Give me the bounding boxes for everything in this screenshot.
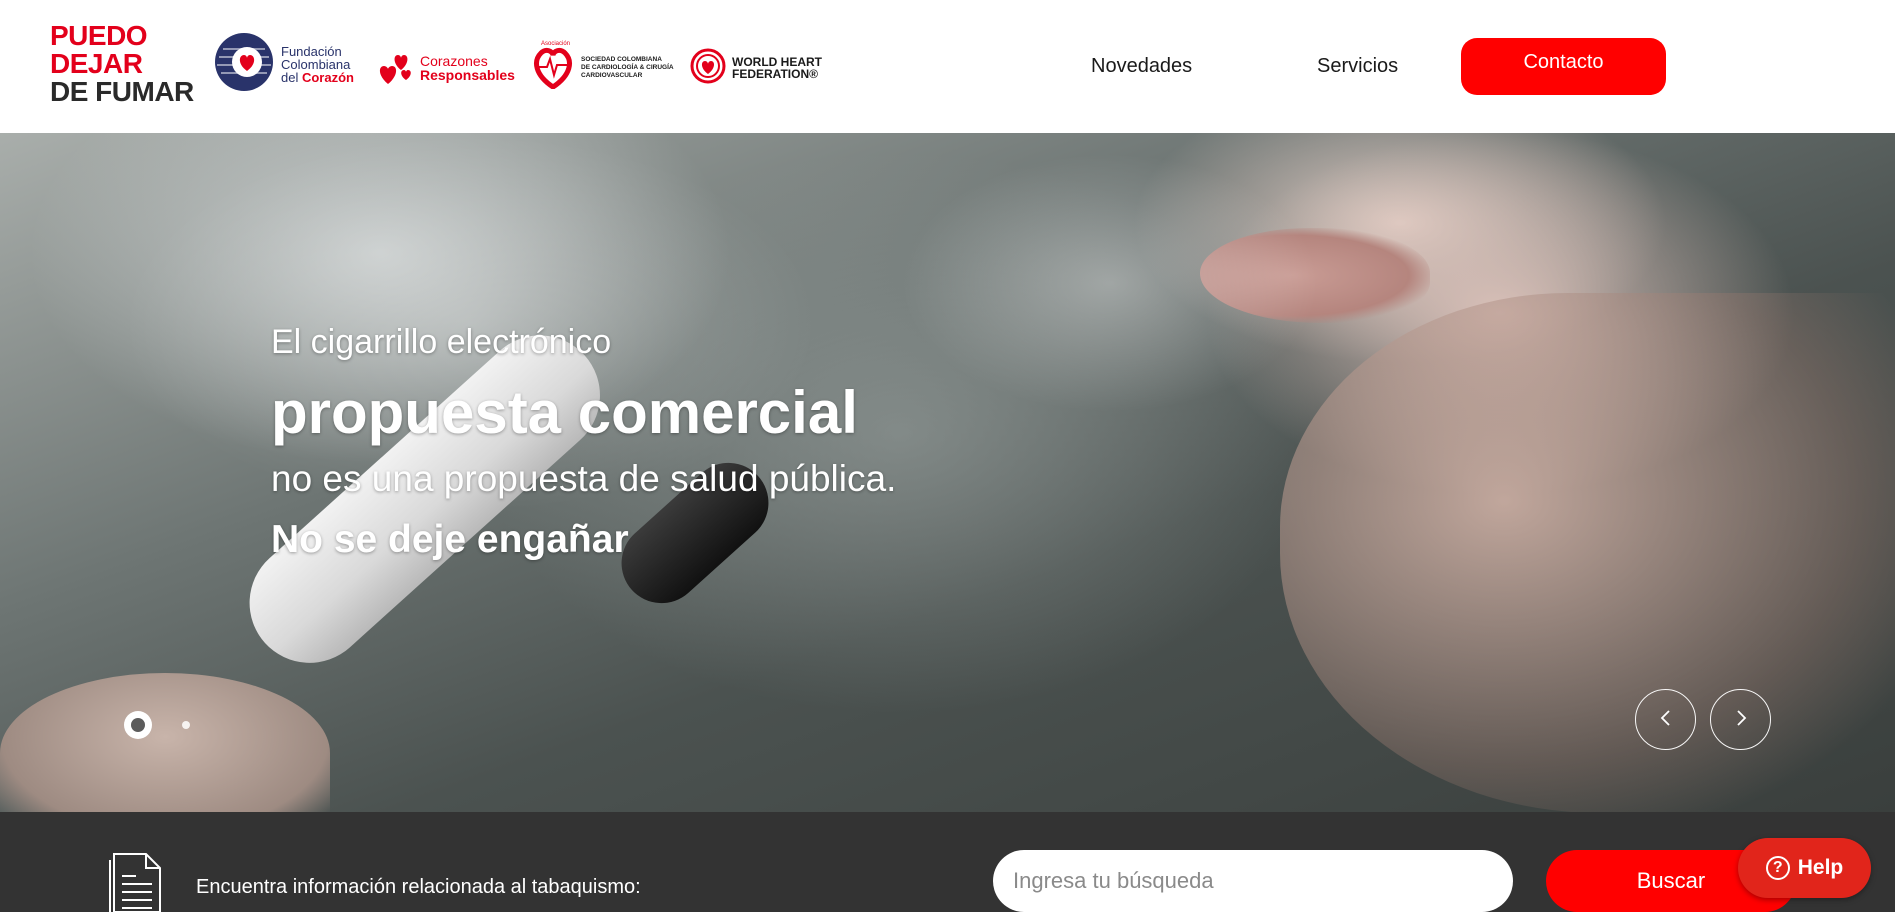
scc-name: SOCIEDAD COLOMBIANA DE CARDIOLOGÍA & CIR… bbox=[581, 56, 674, 80]
help-button[interactable]: ? Help bbox=[1738, 838, 1871, 898]
hero-carousel: El cigarrillo electrónico propuesta come… bbox=[0, 133, 1895, 812]
whf-line-2: FEDERATION® bbox=[732, 67, 818, 81]
scc-line-3: CARDIOVASCULAR bbox=[581, 72, 643, 79]
contacto-button[interactable]: Contacto bbox=[1461, 38, 1666, 95]
chevron-right-icon bbox=[1731, 708, 1751, 731]
search-label: Encuentra información relacionada al tab… bbox=[196, 876, 641, 898]
site-logo[interactable]: PUEDO DEJAR DE FUMAR bbox=[50, 22, 194, 106]
nav-novedades[interactable]: Novedades bbox=[1091, 55, 1192, 78]
hero-hand bbox=[0, 673, 330, 812]
chevron-left-icon bbox=[1656, 708, 1676, 731]
hearts-icon bbox=[376, 46, 416, 91]
partner-fundacion-colombiana-corazon: Fundación Colombiana del Corazón bbox=[213, 32, 354, 94]
cr-line-2: Responsables bbox=[420, 67, 515, 83]
search-input[interactable] bbox=[993, 850, 1513, 912]
logo-line-2: DEJAR bbox=[50, 48, 143, 79]
hero-headline: propuesta comercial bbox=[271, 379, 858, 446]
fcc-line-3a: del bbox=[281, 69, 302, 85]
fcc-name: Fundación Colombiana del Corazón bbox=[281, 45, 354, 84]
hero-face bbox=[1280, 293, 1895, 812]
whf-name: WORLD HEART FEDERATION® bbox=[732, 56, 822, 80]
logo-line-1: PUEDO bbox=[50, 20, 148, 51]
hero-line-3: no es una propuesta de salud pública. bbox=[271, 458, 897, 499]
scc-line-2: DE CARDIOLOGÍA & CIRUGÍA bbox=[581, 64, 674, 71]
heart-ecg-icon bbox=[531, 43, 575, 94]
document-icon bbox=[106, 852, 164, 912]
hero-line-1: El cigarrillo electrónico bbox=[271, 323, 612, 361]
hero-line-4: No se deje engañar bbox=[271, 518, 629, 561]
cr-name: Corazones Responsables bbox=[420, 54, 515, 82]
carousel-prev-button[interactable] bbox=[1635, 689, 1696, 750]
nav-servicios[interactable]: Servicios bbox=[1317, 55, 1398, 78]
search-band: Encuentra información relacionada al tab… bbox=[0, 812, 1895, 912]
whf-heart-icon bbox=[690, 48, 726, 89]
logo-line-3: DE FUMAR bbox=[50, 76, 194, 107]
hero-smoke-exhale bbox=[900, 153, 1320, 413]
carousel-dot-2[interactable] bbox=[182, 721, 190, 729]
scc-top: Asociación bbox=[541, 41, 571, 47]
site-header: PUEDO DEJAR DE FUMAR Fundación Colombian… bbox=[0, 0, 1895, 133]
partner-sociedad-colombiana-cardiologia: Asociación SOCIEDAD COLOMBIANA DE CARDIO… bbox=[531, 41, 674, 94]
scc-line-1: SOCIEDAD COLOMBIANA bbox=[581, 56, 662, 63]
partner-corazones-responsables: Corazones Responsables bbox=[376, 48, 515, 88]
heart-logo-icon bbox=[213, 31, 275, 98]
question-circle-icon: ? bbox=[1765, 856, 1790, 880]
partner-world-heart-federation: WORLD HEART FEDERATION® bbox=[690, 48, 822, 88]
help-label: Help bbox=[1797, 856, 1844, 879]
carousel-next-button[interactable] bbox=[1710, 689, 1771, 750]
carousel-dot-1[interactable] bbox=[124, 711, 152, 739]
fcc-line-3b: Corazón bbox=[301, 69, 354, 85]
